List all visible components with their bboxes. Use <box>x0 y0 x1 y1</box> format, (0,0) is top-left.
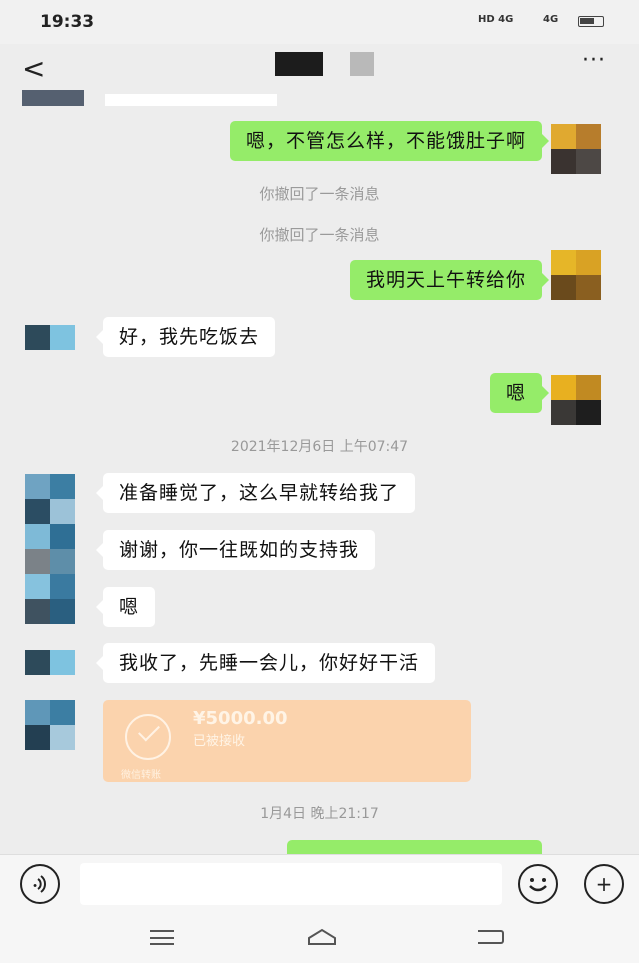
more-options-button[interactable]: ··· <box>582 48 606 73</box>
my-avatar[interactable] <box>551 124 601 174</box>
timestamp: 1月4日 晚上21:17 <box>260 806 379 822</box>
battery-icon <box>578 16 604 27</box>
home-icon[interactable] <box>307 928 337 946</box>
emoji-icon[interactable] <box>518 864 558 904</box>
previous-image-thumbnail[interactable] <box>22 90 84 106</box>
message-bubble-received[interactable]: 谢谢，你一往既如的支持我 <box>95 530 376 570</box>
previous-message-fragment <box>105 94 277 106</box>
status-time: 19:33 <box>40 12 95 32</box>
contact-avatar[interactable] <box>25 700 75 750</box>
recall-notice: 你撤回了一条消息 <box>259 226 380 244</box>
message-input[interactable] <box>80 863 502 905</box>
timestamp: 2021年12月6日 上午07:47 <box>230 439 409 455</box>
back-icon[interactable] <box>478 930 504 944</box>
input-bar: + <box>0 854 639 913</box>
transfer-footer: 微信转账 <box>121 770 161 781</box>
contact-avatar[interactable] <box>25 474 75 624</box>
contact-name-redacted-2 <box>350 52 374 76</box>
recall-notice: 你撤回了一条消息 <box>259 185 380 203</box>
message-bubble-sent[interactable]: 我明天上午转给你 <box>349 260 550 300</box>
check-circle-icon <box>125 714 171 760</box>
message-bubble-received[interactable]: 我收了，先睡一会儿，你好好干活 <box>95 643 436 683</box>
chat-header: < ··· <box>0 44 639 90</box>
message-bubble-received[interactable]: 准备睡觉了，这么早就转给我了 <box>95 473 416 513</box>
message-bubble-received[interactable]: 好，我先吃饭去 <box>95 317 276 357</box>
message-bubble-sent[interactable]: 嗯 <box>489 373 550 413</box>
money-transfer-card[interactable]: ¥5000.00 已被接收 微信转账 <box>103 700 471 782</box>
contact-avatar[interactable] <box>25 650 75 675</box>
transfer-amount: ¥5000.00 <box>193 708 288 729</box>
my-avatar[interactable] <box>551 250 601 300</box>
my-avatar[interactable] <box>551 375 601 425</box>
message-bubble-sent[interactable]: 嗯，不管怎么样，不能饿肚子啊 <box>229 121 550 161</box>
menu-icon[interactable] <box>150 930 174 945</box>
system-nav-bar <box>0 912 639 963</box>
voice-icon[interactable] <box>20 864 60 904</box>
transfer-status: 已被接收 <box>193 734 246 749</box>
status-bar: 19:33 HD 4G 4G <box>0 0 639 44</box>
contact-avatar[interactable] <box>25 325 75 350</box>
back-button[interactable]: < <box>22 52 45 85</box>
message-bubble-sent-partial[interactable] <box>287 840 542 855</box>
signal-icon: HD 4G <box>478 14 514 25</box>
plus-icon[interactable]: + <box>584 864 624 904</box>
message-bubble-received[interactable]: 嗯 <box>95 587 156 627</box>
contact-name-redacted <box>275 52 323 76</box>
signal-icon-2: 4G <box>543 14 559 25</box>
